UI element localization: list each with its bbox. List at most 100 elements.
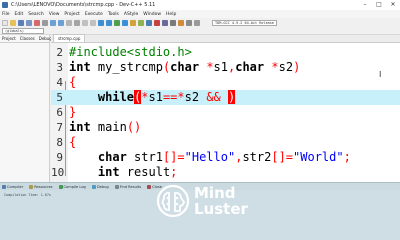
tab-compiler[interactable]: Compiler <box>2 184 24 189</box>
toggle-icon[interactable] <box>194 19 200 26</box>
maximize-button[interactable]: □ <box>372 0 386 10</box>
code-text: #include<stdio.h> <box>69 45 192 60</box>
undo-icon[interactable] <box>50 19 56 26</box>
replace-icon[interactable] <box>74 19 80 26</box>
code-token: "World" <box>293 150 344 164</box>
code-token: { <box>69 135 77 149</box>
goto-icon[interactable] <box>106 19 112 26</box>
compiler-select[interactable]: TDM-GCC 4.9.2 64-bit Release <box>212 19 278 26</box>
code-token: int <box>69 60 91 74</box>
code-text: char str1[]="Hello",str2[]="World"; <box>69 150 351 165</box>
code-token: ; <box>170 165 178 179</box>
code-line[interactable]: 6} <box>51 105 400 120</box>
menu-project[interactable]: Project <box>64 12 79 17</box>
tab-classes[interactable]: Classes <box>18 36 37 41</box>
code-token: int <box>69 120 91 134</box>
code-line[interactable]: 8{ <box>51 135 400 150</box>
new-file-icon[interactable] <box>2 19 8 26</box>
tab-find-results[interactable]: Find Results <box>114 184 141 189</box>
code-token: == <box>162 90 178 104</box>
code-text: while(*s1==*s2 && ) <box>69 90 236 105</box>
rebuild-icon[interactable] <box>138 19 144 26</box>
menu-execute[interactable]: Execute <box>85 12 103 17</box>
tab-project[interactable]: Project <box>0 36 18 41</box>
code-line[interactable]: 10 int result; <box>51 165 400 180</box>
find-icon[interactable] <box>66 19 72 26</box>
menu-tools[interactable]: Tools <box>108 12 119 17</box>
menu-edit[interactable]: Edit <box>15 12 24 17</box>
menu-bar: File Edit Search View Project Execute To… <box>0 10 400 18</box>
grid-icon[interactable] <box>170 19 176 26</box>
menu-help[interactable]: Help <box>166 12 176 17</box>
code-token: } <box>69 105 77 119</box>
debug-icon[interactable] <box>146 19 152 26</box>
open-folder-icon[interactable] <box>10 19 16 26</box>
mindluster-watermark: Mind Luster <box>156 184 248 218</box>
run-icon[interactable] <box>122 19 128 26</box>
code-text: { <box>69 75 76 90</box>
menu-search[interactable]: Search <box>28 12 43 17</box>
menu-window[interactable]: Window <box>143 12 161 17</box>
file-tab-bar: strcmp.cpp <box>51 34 400 43</box>
code-text: int my_strcmp(char *s1,char *s2) <box>69 60 300 75</box>
line-number: 10 <box>51 166 65 179</box>
line-number: 4 <box>56 76 63 89</box>
close-file-icon[interactable] <box>34 19 40 26</box>
code-token: s2 <box>278 60 294 74</box>
code-token: result <box>119 165 171 179</box>
line-number: 7 <box>56 121 63 134</box>
panel-tabs: Project Classes Debug <box>0 35 52 43</box>
insert-icon[interactable] <box>186 19 192 26</box>
menu-view[interactable]: View <box>49 12 60 17</box>
debug-icon <box>91 184 96 189</box>
chart-icon[interactable] <box>162 19 168 26</box>
code-text: int main() <box>69 120 141 135</box>
indent-icon[interactable] <box>82 19 88 26</box>
line-number: 3 <box>56 61 63 74</box>
code-token: char <box>235 60 265 74</box>
code-text: int result; <box>69 165 178 180</box>
menu-file[interactable]: File <box>2 12 10 17</box>
code-line[interactable]: 5 while(*s1==*s2 && ) <box>51 90 400 105</box>
code-token: char <box>170 60 200 74</box>
code-line[interactable]: 7 int main() <box>51 120 400 135</box>
code-line[interactable]: 4{ <box>51 75 400 90</box>
menu-astyle[interactable]: AStyle <box>124 12 138 17</box>
code-text: } <box>69 105 76 120</box>
bookmark-icon[interactable] <box>98 19 104 26</box>
code-token: ) <box>293 60 301 74</box>
save-icon[interactable] <box>18 19 24 26</box>
minimize-button[interactable]: – <box>358 0 372 10</box>
compile-icon[interactable] <box>114 19 120 26</box>
tab-debug-output[interactable]: Debug <box>91 184 109 189</box>
code-token: "Hello" <box>184 150 236 164</box>
code-token: str2 <box>242 150 272 164</box>
compile-log-icon <box>58 184 63 189</box>
unindent-icon[interactable] <box>90 19 96 26</box>
code-token: str1 <box>126 150 163 164</box>
code-token: []= <box>162 150 185 164</box>
tab-resources[interactable]: Resources <box>29 184 53 189</box>
stop-icon[interactable] <box>154 19 160 26</box>
save-all-icon[interactable] <box>26 19 32 26</box>
code-line[interactable]: 3 int my_strcmp(char *s1,char *s2) <box>51 60 400 75</box>
compiler-icon <box>2 184 6 189</box>
close-button[interactable]: ✕ <box>386 0 400 10</box>
redo-icon[interactable] <box>58 19 64 26</box>
scope-select[interactable]: (globals) <box>2 27 44 34</box>
compile-run-icon[interactable] <box>130 19 136 26</box>
code-token: s1 <box>148 90 163 104</box>
tab-label: Compiler <box>7 184 24 189</box>
code-token: * <box>177 90 185 104</box>
code-editor[interactable]: 2 #include<stdio.h> 3 int my_strcmp(char *s… <box>51 43 400 182</box>
window-title: C:\Users\LENOVO\Documents\strcmp.cpp - D… <box>11 2 156 8</box>
new-class-icon[interactable] <box>178 19 184 26</box>
code-token: char <box>97 150 127 164</box>
code-line[interactable]: 2 #include<stdio.h> <box>51 45 400 60</box>
code-line[interactable]: 9 char str1[]="Hello",str2[]="World"; <box>51 150 400 165</box>
file-tab-strcmp[interactable]: strcmp.cpp <box>53 34 86 42</box>
print-icon[interactable] <box>42 19 48 26</box>
tab-compile-log[interactable]: Compile Log <box>58 184 86 189</box>
